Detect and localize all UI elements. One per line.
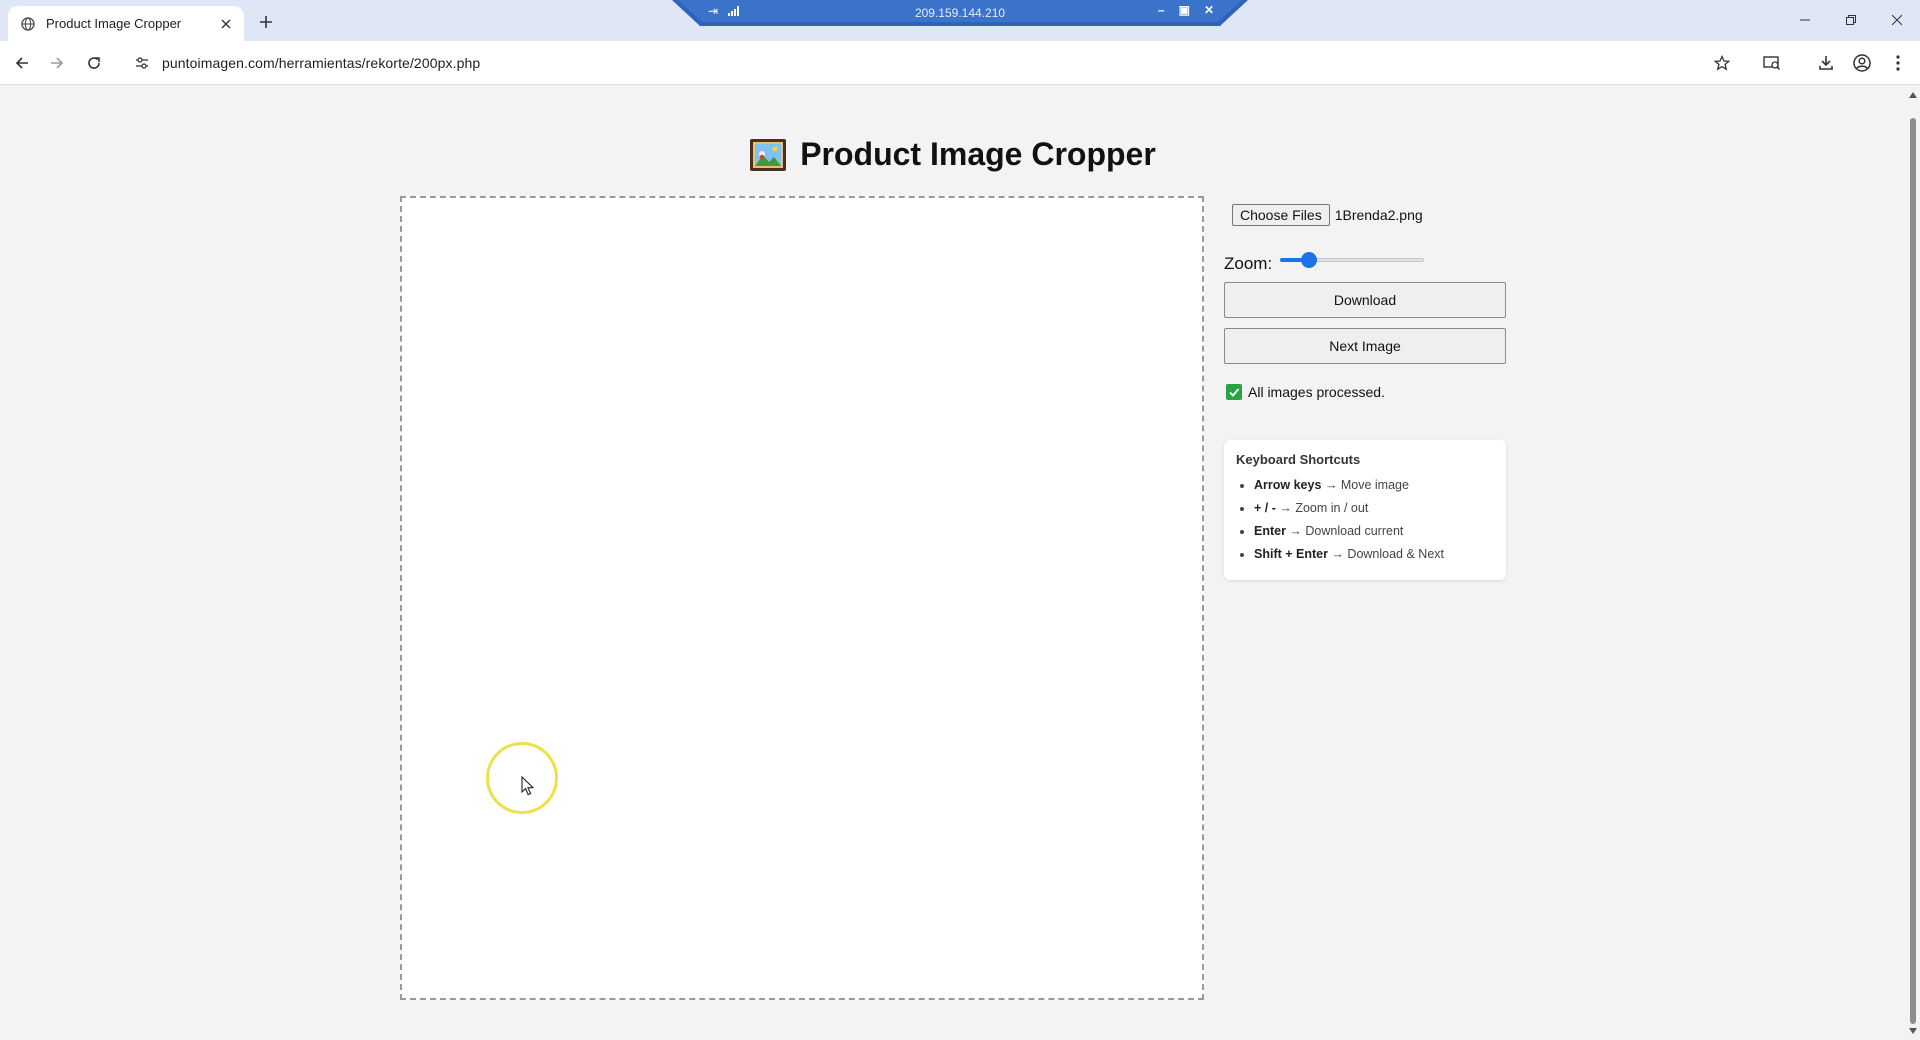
restore-window-icon[interactable] xyxy=(1828,0,1874,40)
scrollbar-thumb[interactable] xyxy=(1910,118,1916,1024)
selected-file-name: 1Brenda2.png xyxy=(1334,207,1423,223)
shortcut-item: + / - → Zoom in / out xyxy=(1254,497,1494,520)
scroll-up-arrow-icon[interactable] xyxy=(1909,92,1917,98)
remote-minimize-icon[interactable]: – xyxy=(1158,3,1165,17)
back-arrow-icon[interactable] xyxy=(8,49,36,77)
tab-strip: Product Image Cropper ⇥ 209.159.144.210 … xyxy=(0,0,1920,41)
tune-icon[interactable] xyxy=(130,51,154,75)
shortcut-action: Zoom in / out xyxy=(1295,501,1369,515)
browser-toolbar: puntoimagen.com/herramientas/rekorte/200… xyxy=(0,41,1920,85)
mouse-pointer-icon xyxy=(521,775,535,801)
cast-search-icon[interactable] xyxy=(1758,49,1786,77)
remote-restore-icon[interactable]: ▣ xyxy=(1179,3,1190,17)
shortcuts-list: Arrow keys → Move image + / - → Zoom in … xyxy=(1236,474,1494,566)
url-text: puntoimagen.com/herramientas/rekorte/200… xyxy=(162,55,481,71)
reload-icon[interactable] xyxy=(80,49,108,77)
globe-icon xyxy=(20,16,36,32)
status-message: All images processed. xyxy=(1226,384,1506,400)
check-mark-icon xyxy=(1226,384,1242,400)
page-content: Product Image Cropper Choose Files 1Bren… xyxy=(0,86,1906,1040)
shortcut-action: Move image xyxy=(1340,478,1409,492)
close-window-icon[interactable] xyxy=(1874,0,1920,40)
keyboard-shortcuts-card: Keyboard Shortcuts Arrow keys → Move ima… xyxy=(1224,440,1506,580)
shortcut-action: Download & Next xyxy=(1347,547,1444,561)
zoom-control: Zoom: xyxy=(1224,246,1506,274)
shortcut-item: Shift + Enter → Download & Next xyxy=(1254,543,1494,566)
file-picker: Choose Files 1Brenda2.png xyxy=(1232,204,1506,226)
remote-session-bar: ⇥ 209.159.144.210 – ▣ ✕ xyxy=(672,0,1248,26)
minimize-window-icon[interactable] xyxy=(1782,0,1828,40)
download-button[interactable]: Download xyxy=(1224,282,1506,318)
new-tab-button[interactable] xyxy=(254,10,278,34)
shortcut-item: Enter → Download current xyxy=(1254,520,1494,543)
scroll-down-arrow-icon[interactable] xyxy=(1909,1028,1917,1034)
browser-tab[interactable]: Product Image Cropper xyxy=(8,6,244,41)
forward-arrow-icon[interactable] xyxy=(43,49,71,77)
shortcut-action: Download current xyxy=(1305,524,1404,538)
zoom-slider[interactable] xyxy=(1280,252,1425,268)
page-title: Product Image Cropper xyxy=(800,136,1156,172)
crop-canvas[interactable] xyxy=(400,196,1204,1000)
framed-picture-icon xyxy=(750,138,787,171)
close-tab-icon[interactable] xyxy=(218,16,234,32)
tab-title: Product Image Cropper xyxy=(46,16,182,31)
shortcut-key: Enter xyxy=(1254,524,1286,538)
next-image-button[interactable]: Next Image xyxy=(1224,328,1506,364)
shortcuts-title: Keyboard Shortcuts xyxy=(1236,452,1361,467)
status-text: All images processed. xyxy=(1248,384,1385,400)
kebab-menu-icon[interactable] xyxy=(1884,49,1912,77)
page-heading: Product Image Cropper xyxy=(0,136,1906,173)
zoom-slider-thumb[interactable] xyxy=(1301,252,1318,268)
profile-icon[interactable] xyxy=(1848,49,1876,77)
shortcut-key: Shift + Enter xyxy=(1254,547,1328,561)
controls-panel: Choose Files 1Brenda2.png Zoom: Download… xyxy=(1224,204,1506,580)
star-icon[interactable] xyxy=(1710,51,1734,75)
shortcut-item: Arrow keys → Move image xyxy=(1254,474,1494,497)
zoom-label: Zoom: xyxy=(1224,254,1273,273)
page-scrollbar[interactable] xyxy=(1906,86,1920,1040)
shortcut-key: + / - xyxy=(1254,501,1276,515)
address-bar[interactable]: puntoimagen.com/herramientas/rekorte/200… xyxy=(124,46,1744,80)
download-icon[interactable] xyxy=(1812,49,1840,77)
remote-close-icon[interactable]: ✕ xyxy=(1204,3,1214,17)
shortcut-key: Arrow keys xyxy=(1254,478,1322,492)
choose-files-button[interactable]: Choose Files xyxy=(1232,204,1330,226)
